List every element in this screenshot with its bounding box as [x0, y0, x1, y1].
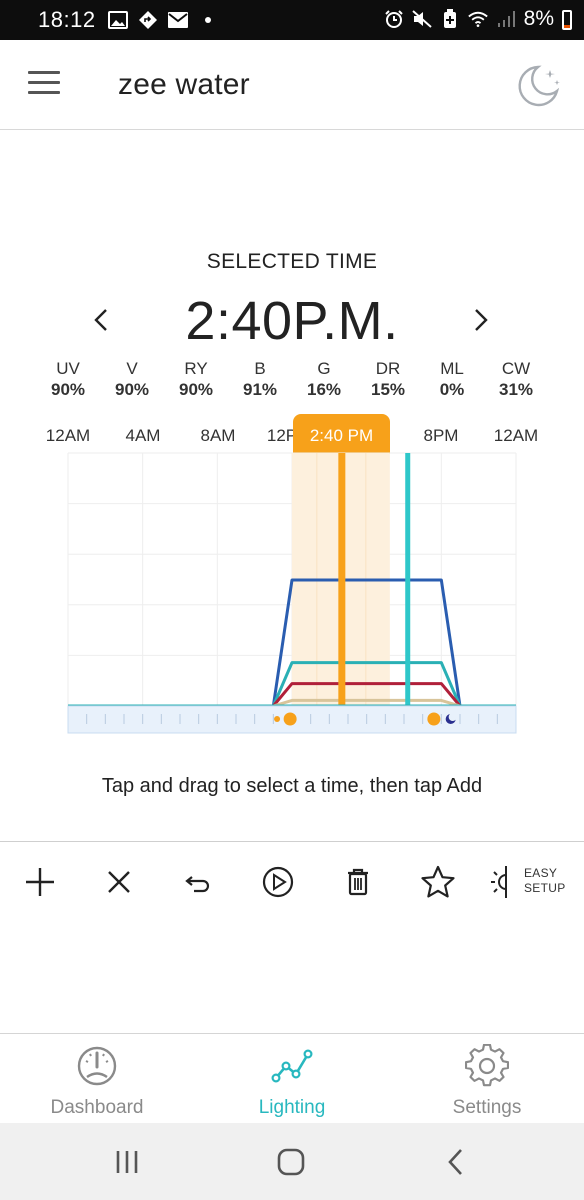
channel-v: V 90% — [100, 358, 164, 400]
axis-label: 8PM — [423, 426, 459, 445]
chevron-left-icon[interactable] — [80, 298, 120, 342]
easy-setup-button[interactable] — [480, 860, 524, 904]
sunset-marker — [427, 712, 441, 726]
channel-uv: UV 90% — [36, 358, 100, 400]
battery-percent: 8% — [523, 7, 554, 30]
undo-icon — [185, 876, 210, 893]
alarm-icon — [384, 8, 404, 30]
status-bar: 18:12 8% — [0, 0, 584, 40]
selected-time-flag[interactable]: 2:40 PM — [293, 414, 390, 454]
status-right-icons: 8% — [384, 7, 572, 31]
back-icon — [448, 1149, 462, 1175]
nav-dashboard[interactable]: Dashboard — [0, 1034, 194, 1124]
toolbar: EASY SETUP — [0, 841, 584, 921]
back-button[interactable] — [440, 1147, 474, 1177]
easy-setup-line2: SETUP — [524, 881, 566, 895]
nav-settings[interactable]: Settings — [390, 1034, 584, 1124]
channel-value: 0% — [439, 380, 465, 399]
star-icon — [421, 865, 455, 898]
mute-icon — [411, 8, 432, 30]
channel-value: 90% — [50, 380, 86, 399]
moon-marker-cutout — [448, 713, 457, 721]
sun-marker — [283, 712, 297, 726]
home-button[interactable] — [274, 1147, 308, 1177]
time-axis-labels: 12AM 4AM 8AM 12P 8PM 12AM — [0, 426, 584, 448]
channel-name: RY — [184, 359, 208, 378]
instruction-text: Tap and drag to select a time, then tap … — [101, 775, 483, 797]
channel-name: DR — [375, 359, 401, 378]
recent-apps-icon — [116, 1151, 138, 1173]
axis-label: 12AM — [493, 426, 539, 445]
app-bar: zee water — [0, 40, 584, 130]
axis-label: 8AM — [200, 426, 236, 445]
channel-value: 90% — [178, 380, 214, 399]
channel-name: B — [254, 359, 266, 378]
channel-b: B 91% — [228, 358, 292, 400]
axis-label: 4AM — [125, 426, 161, 445]
recent-apps-button[interactable] — [110, 1147, 144, 1177]
channel-name: CW — [501, 359, 531, 378]
axis-label: 12AM — [45, 426, 91, 445]
channel-value: 16% — [306, 380, 342, 399]
channel-name: V — [126, 359, 138, 378]
sunrise-marker — [274, 716, 281, 722]
channel-ry: RY 90% — [164, 358, 228, 400]
status-time: 18:12 — [38, 7, 96, 32]
channel-g: G 16% — [292, 358, 356, 400]
system-navigation-bar — [0, 1123, 584, 1200]
mail-icon — [168, 9, 188, 31]
gear-icon — [465, 1044, 509, 1087]
line-chart-icon — [271, 1049, 313, 1083]
home-icon — [277, 1148, 305, 1176]
time-selector: 2:40P.M. — [0, 290, 584, 354]
favorite-button[interactable] — [416, 860, 460, 904]
close-icon — [108, 871, 130, 893]
easy-setup-line1: EASY — [524, 866, 558, 880]
selected-time-label: SELECTED TIME — [206, 250, 378, 273]
dot-icon — [198, 9, 218, 31]
channel-name: UV — [56, 359, 80, 378]
channel-value: 90% — [114, 380, 150, 399]
play-circle-icon — [262, 866, 294, 898]
channel-value: 91% — [242, 380, 278, 399]
channel-ml: ML 0% — [420, 358, 484, 400]
bottom-navigation: Dashboard Lighting Settings — [0, 1033, 584, 1123]
chart-svg[interactable] — [67, 452, 517, 734]
easy-setup-label[interactable]: EASY SETUP — [524, 866, 566, 896]
lighting-chart[interactable] — [67, 452, 517, 734]
channel-values: UV 90% V 90% RY 90% B 91% G 16% DR 15% ML 0% CW… — [36, 358, 548, 400]
signal-icon — [496, 8, 516, 30]
sun-half-icon — [491, 866, 507, 898]
delete-button[interactable] — [336, 860, 380, 904]
chevron-right-icon[interactable] — [462, 298, 502, 342]
hamburger-menu-icon[interactable] — [28, 71, 62, 97]
channel-value: 15% — [370, 380, 406, 399]
nav-label: Lighting — [258, 1097, 326, 1118]
channel-cw: CW 31% — [484, 358, 548, 400]
nav-label: Dashboard — [50, 1097, 144, 1118]
channel-value: 31% — [498, 380, 534, 399]
channel-name: ML — [440, 359, 464, 378]
undo-button[interactable] — [176, 860, 220, 904]
moon-stars-icon[interactable] — [514, 60, 564, 110]
channel-dr: DR 15% — [356, 358, 420, 400]
app-title: zee water — [118, 68, 250, 101]
plus-icon — [26, 868, 54, 896]
gauge-icon — [77, 1046, 117, 1086]
nav-lighting[interactable]: Lighting — [195, 1034, 389, 1124]
status-left-icons — [108, 9, 218, 31]
image-icon — [108, 9, 128, 31]
clear-button[interactable] — [97, 860, 141, 904]
battery-icon — [562, 9, 572, 30]
battery-saver-icon — [440, 8, 460, 30]
wifi-icon — [467, 8, 488, 30]
play-button[interactable] — [256, 860, 300, 904]
add-button[interactable] — [18, 860, 62, 904]
channel-name: G — [317, 359, 331, 378]
nav-label: Settings — [452, 1097, 522, 1118]
trash-icon — [348, 868, 368, 896]
location-diamond-icon — [138, 9, 158, 31]
